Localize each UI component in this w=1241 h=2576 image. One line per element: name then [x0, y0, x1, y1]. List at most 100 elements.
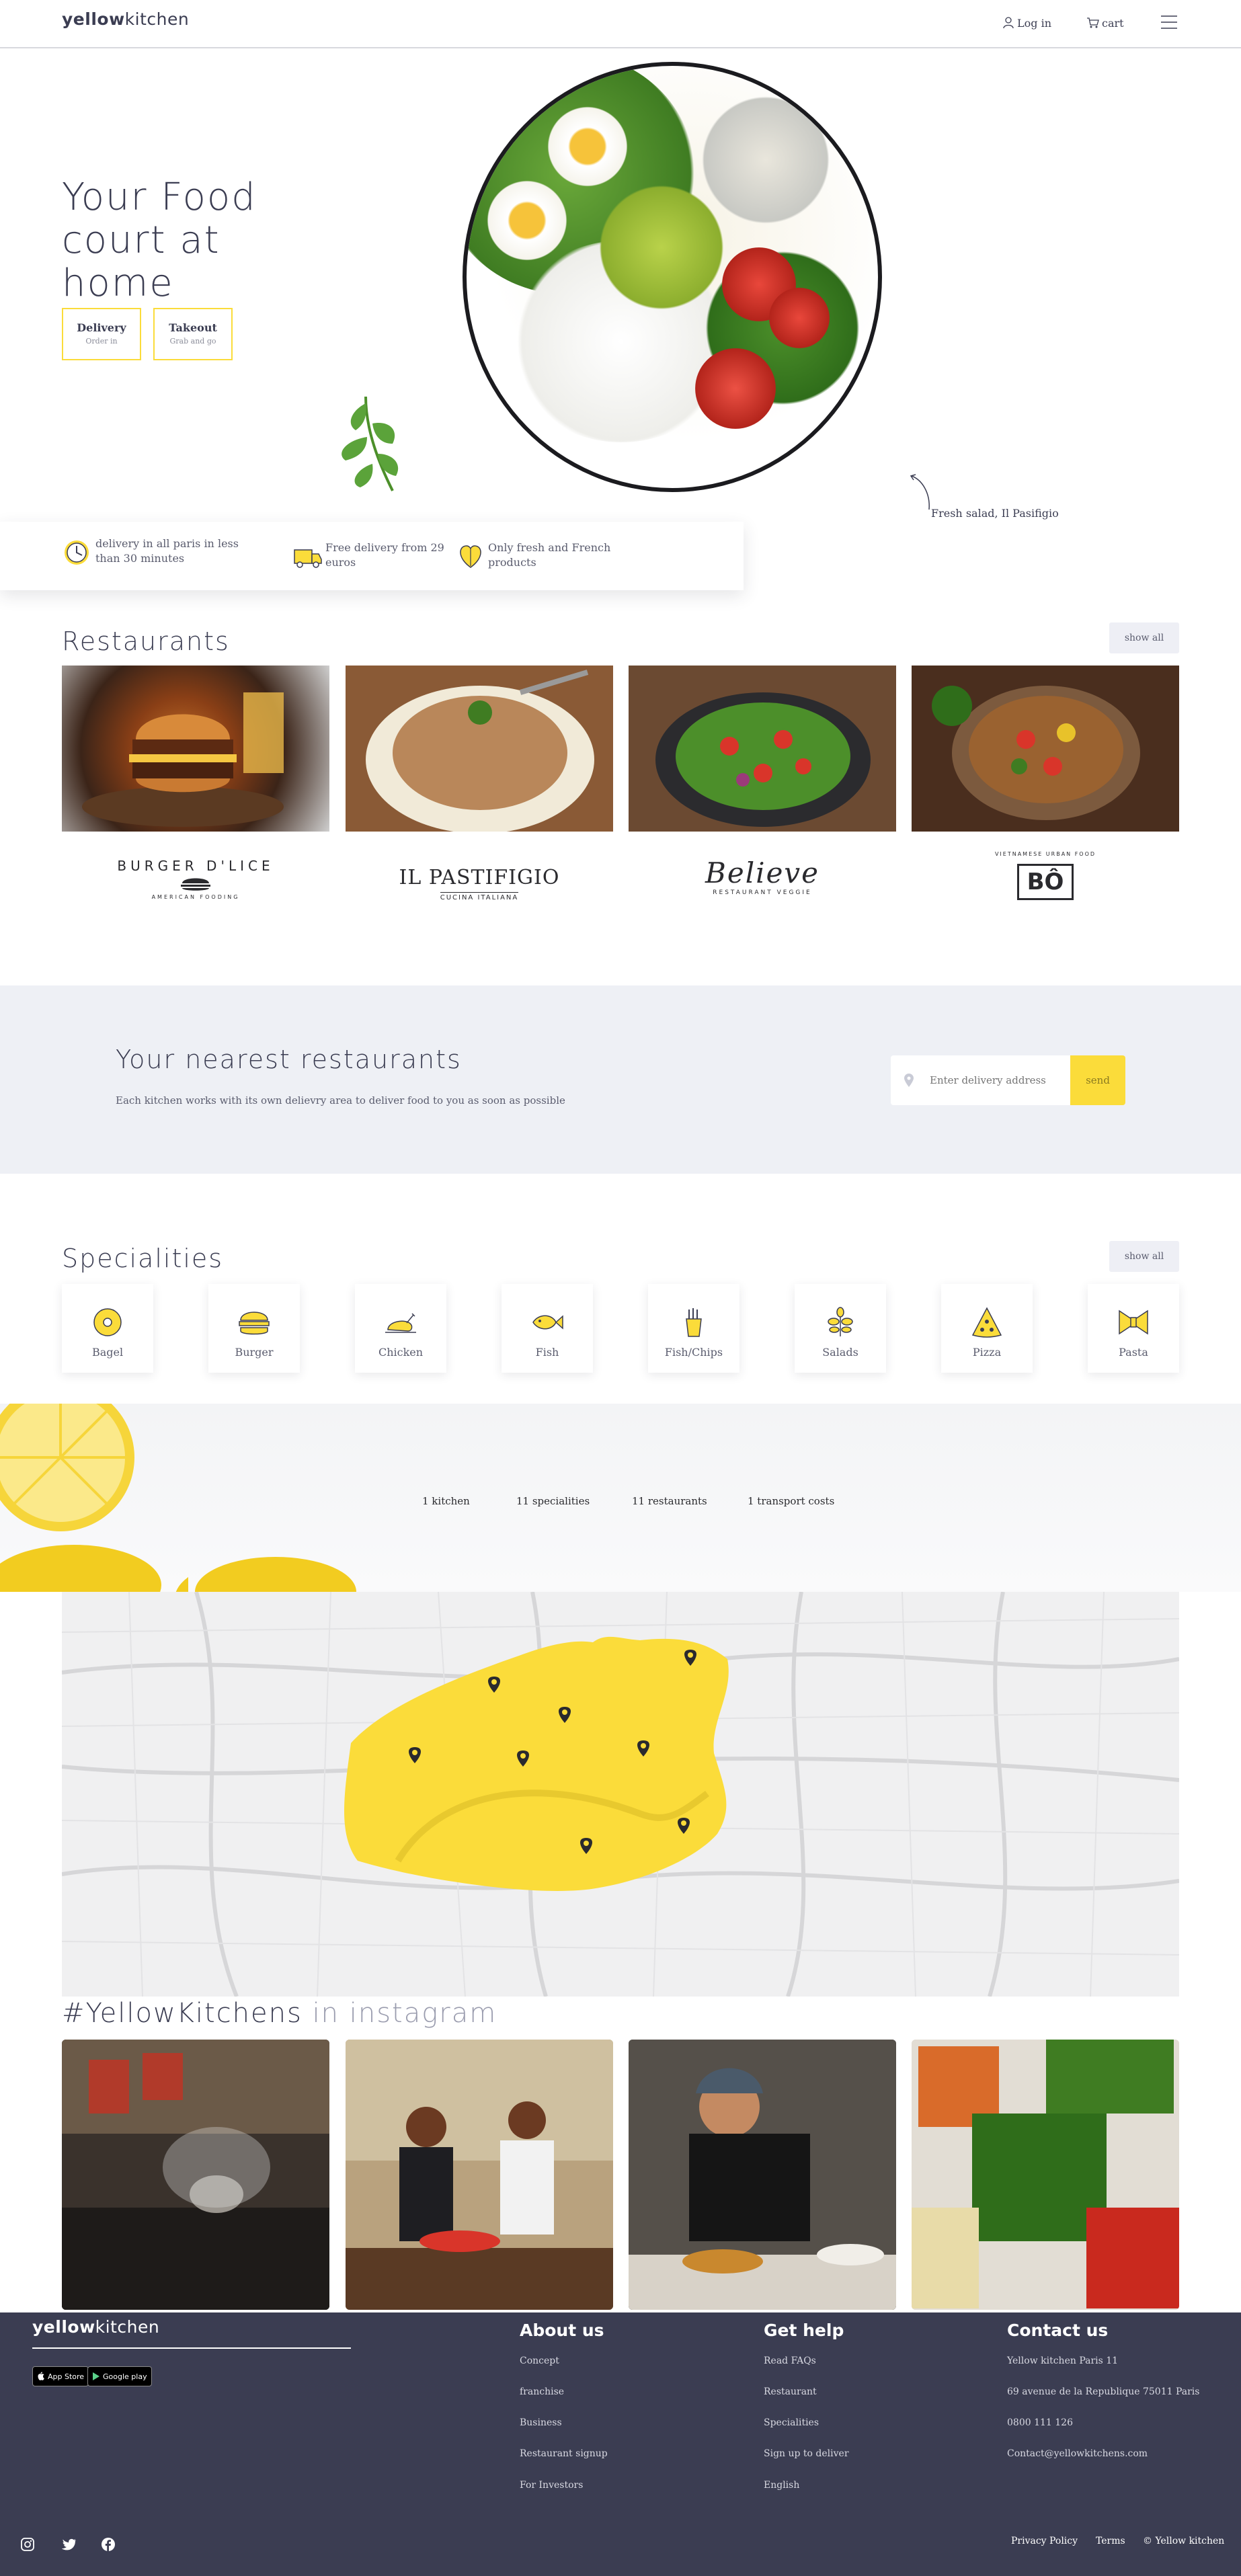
- restaurant-logo-believe[interactable]: Believe RESTAURANT VEGGIE: [629, 846, 896, 920]
- speciality-fish[interactable]: Fish: [502, 1284, 593, 1373]
- instagram-photo-salad-bar[interactable]: [912, 2040, 1179, 2310]
- speciality-label: Bagel: [91, 1346, 124, 1359]
- instagram-icon[interactable]: [20, 2537, 35, 2552]
- app-store-badge[interactable]: App Store: [32, 2366, 89, 2386]
- footer-link-specialities[interactable]: Specialities: [764, 2417, 819, 2428]
- delivery-button[interactable]: Delivery Order in: [62, 308, 141, 360]
- cart-link[interactable]: cart: [1086, 16, 1124, 30]
- instagram-photo-couple-cooking[interactable]: [346, 2040, 613, 2310]
- specialities-show-all-button[interactable]: show all: [1109, 1241, 1179, 1272]
- restaurant-logo-il-pastifigio[interactable]: IL PASTIFIGIO CUCINA ITALIANA: [346, 846, 613, 920]
- restaurant-logo-burger-dlice[interactable]: BURGER D'LICE AMERICAN FOODING: [62, 846, 329, 920]
- restaurant-logo-bo[interactable]: VIETNAMESE URBAN FOOD BÔ: [912, 846, 1179, 920]
- instagram-hashtag[interactable]: #YellowKitchens: [62, 1998, 303, 2029]
- lemon-icon: [0, 1404, 188, 1592]
- restaurant-photo-wok[interactable]: [912, 666, 1179, 832]
- nearest-title: Your nearest restaurants: [116, 1045, 462, 1074]
- speciality-salads[interactable]: Salads: [795, 1284, 886, 1373]
- site-header: yellowkitchen Log in cart: [0, 0, 1241, 48]
- hero-caption: Fresh salad, Il Pasifigio: [931, 507, 1059, 520]
- logo-name: BÔ: [1016, 864, 1074, 900]
- footer-link-restaurant-signup[interactable]: Restaurant signup: [520, 2448, 608, 2459]
- restaurants-title: Restaurants: [62, 627, 230, 656]
- instagram-photo-street-kitchen[interactable]: [62, 2040, 329, 2310]
- logo-tagline: CUCINA ITALIANA: [440, 892, 519, 901]
- footer-logo[interactable]: yellowkitchen: [32, 2317, 159, 2337]
- send-button[interactable]: send: [1070, 1055, 1125, 1105]
- google-play-label: Google play: [103, 2372, 147, 2381]
- speciality-chicken[interactable]: Chicken: [355, 1284, 446, 1373]
- footer-contact-phone[interactable]: 0800 111 126: [1007, 2417, 1073, 2428]
- restaurant-photo-pasta[interactable]: [346, 666, 613, 832]
- stats-band: [0, 1404, 1241, 1592]
- delivery-area-map[interactable]: [62, 1592, 1179, 1997]
- burger-logo-icon: [181, 878, 210, 891]
- footer-link-business[interactable]: Business: [520, 2417, 562, 2428]
- footer-link-language[interactable]: English: [764, 2480, 799, 2491]
- footer-terms-link[interactable]: Terms: [1096, 2536, 1125, 2546]
- speciality-label: Burger: [235, 1346, 274, 1359]
- specialities-title: Specialities: [62, 1244, 224, 1273]
- logo-bold: yellow: [62, 9, 125, 29]
- login-link[interactable]: Log in: [1002, 16, 1051, 30]
- takeout-subtitle: Grab and go: [169, 337, 216, 346]
- app-store-label: App Store: [48, 2372, 85, 2381]
- twitter-icon[interactable]: [62, 2538, 77, 2551]
- feature-fresh-products: Only fresh and French products: [454, 539, 656, 571]
- delivery-truck-icon: [294, 549, 322, 568]
- caption-pointer-icon: [910, 474, 930, 510]
- pasta-icon: [1119, 1310, 1148, 1335]
- speciality-fish-chips[interactable]: Fish/Chips: [648, 1284, 739, 1373]
- logo[interactable]: yellowkitchen: [62, 9, 189, 29]
- footer-contact-name: Yellow kitchen Paris 11: [1007, 2356, 1119, 2366]
- footer-about-title: About us: [520, 2321, 604, 2340]
- speciality-burger[interactable]: Burger: [208, 1284, 300, 1373]
- footer-link-investors[interactable]: For Investors: [520, 2480, 583, 2491]
- stat-specialities: 11 specialities: [516, 1495, 590, 1507]
- salad-bowl-image: [463, 62, 882, 492]
- instagram-suffix: in instagram: [312, 1998, 497, 2029]
- logo-tagline: VIETNAMESE URBAN FOOD: [994, 851, 1096, 857]
- google-play-icon: [93, 2372, 99, 2380]
- restaurant-photo-salad[interactable]: [629, 666, 896, 832]
- login-label: Log in: [1017, 17, 1052, 30]
- user-icon: [1003, 17, 1014, 29]
- speciality-pasta[interactable]: Pasta: [1088, 1284, 1179, 1373]
- bagel-icon: [93, 1308, 122, 1336]
- logo-rest: kitchen: [124, 9, 190, 29]
- delivery-address-input[interactable]: [891, 1055, 1070, 1105]
- footer-link-deliver-signup[interactable]: Sign up to deliver: [764, 2448, 849, 2459]
- delivery-title: Delivery: [77, 321, 126, 334]
- feature-free-delivery: Free delivery from 29 euros: [292, 539, 467, 571]
- footer-link-franchise[interactable]: franchise: [520, 2386, 564, 2397]
- burger-icon: [239, 1312, 270, 1335]
- restaurants-show-all-button[interactable]: show all: [1109, 622, 1179, 653]
- nearest-subtitle: Each kitchen works with its own delievry…: [116, 1094, 565, 1106]
- takeout-title: Takeout: [169, 321, 217, 334]
- logo-name: IL PASTIFIGIO: [399, 866, 560, 889]
- footer-contact-address: 69 avenue de la Republique 75011 Paris: [1007, 2386, 1200, 2397]
- stat-transport: 1 transport costs: [748, 1495, 835, 1507]
- footer-contact-email[interactable]: Contact@yellowkitchens.com: [1007, 2448, 1148, 2459]
- menu-icon[interactable]: [1160, 13, 1178, 31]
- google-play-badge[interactable]: Google play: [87, 2366, 152, 2386]
- instagram-photo-chef[interactable]: [629, 2040, 896, 2310]
- logo-tagline: RESTAURANT VEGGIE: [713, 889, 812, 896]
- speciality-pizza[interactable]: Pizza: [941, 1284, 1033, 1373]
- arugula-leaf-icon: [342, 396, 399, 491]
- takeout-button[interactable]: Takeout Grab and go: [153, 308, 233, 360]
- footer-link-concept[interactable]: Concept: [520, 2356, 559, 2366]
- speciality-bagel[interactable]: Bagel: [62, 1284, 153, 1373]
- footer-privacy-link[interactable]: Privacy Policy: [1011, 2536, 1078, 2546]
- delivery-subtitle: Order in: [85, 337, 118, 346]
- lemon-icon: [195, 1557, 356, 1592]
- fries-icon: [686, 1308, 702, 1337]
- speciality-label: Salads: [822, 1346, 858, 1359]
- restaurant-photo-burger[interactable]: [62, 666, 329, 832]
- footer-link-restaurant[interactable]: Restaurant: [764, 2386, 817, 2397]
- footer-link-faqs[interactable]: Read FAQs: [764, 2356, 816, 2366]
- footer-logo-divider: [32, 2347, 351, 2349]
- heart-leaf-icon: [460, 545, 481, 568]
- facebook-icon[interactable]: [101, 2537, 116, 2552]
- speciality-label: Pasta: [1119, 1346, 1148, 1359]
